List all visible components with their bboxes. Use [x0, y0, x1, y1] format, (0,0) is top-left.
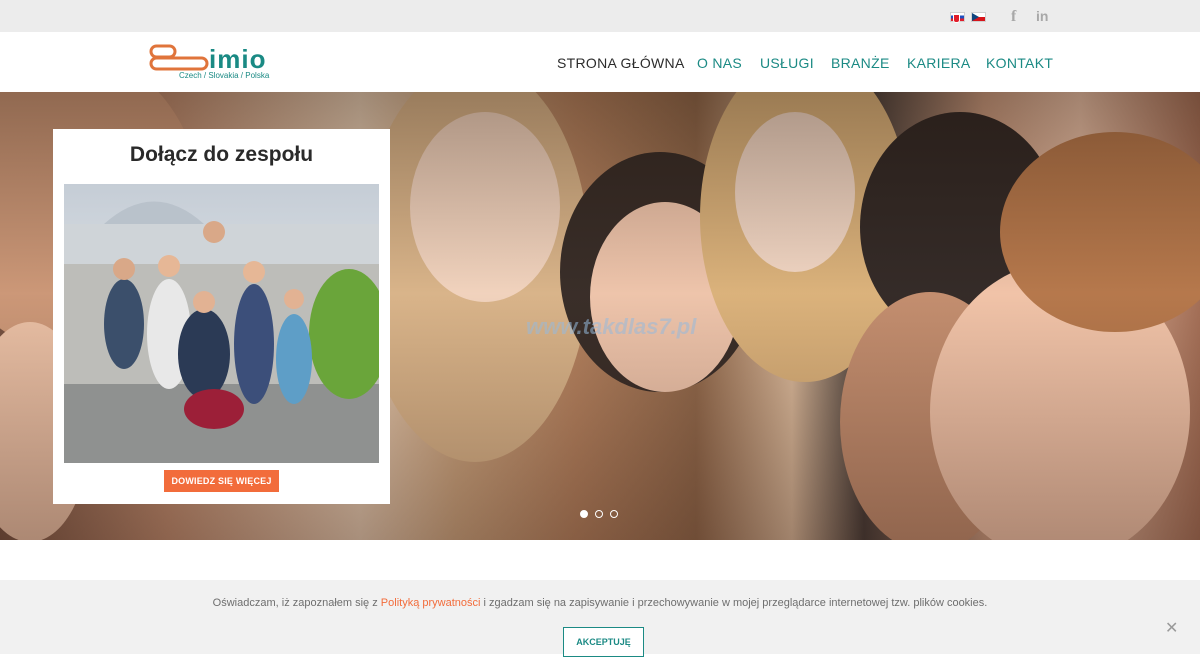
logo[interactable]: imio Czech / Slovakia / Polska [149, 44, 304, 82]
slovakia-flag-icon[interactable] [950, 12, 965, 23]
join-team-card: Dołącz do zespołu DOWIEDZ SIĘ WIĘCEJ [53, 129, 390, 504]
cookie-text-before: Oświadczam, iż zapoznałem się z [212, 597, 381, 609]
slider-dot-1[interactable] [580, 510, 588, 518]
nav-item-home[interactable]: STRONA GŁÓWNA [557, 55, 685, 71]
nav-item-contact[interactable]: KONTAKT [986, 55, 1053, 71]
czech-flag-icon[interactable] [971, 12, 986, 22]
slider-dot-2[interactable] [595, 510, 603, 518]
logo-tagline: Czech / Slovakia / Polska [179, 71, 270, 80]
team-photo-illustration [64, 201, 379, 463]
slider-dot-3[interactable] [610, 510, 618, 518]
nav-item-industries[interactable]: BRANŻE [831, 55, 890, 71]
cookie-text-after: i zgadzam się na zapisywanie i przechowy… [480, 597, 988, 609]
linkedin-icon[interactable]: in [1036, 8, 1048, 24]
team-photo [64, 184, 379, 463]
top-bar: f in [0, 0, 1200, 32]
nav-item-services[interactable]: USŁUGI [760, 55, 814, 71]
cookie-banner: Oświadczam, iż zapoznałem się z Polityką… [0, 580, 1200, 657]
site-header: imio Czech / Slovakia / Polska STRONA GŁ… [0, 32, 1200, 92]
nav-item-about[interactable]: O NAS [697, 55, 742, 71]
logo-mark-icon [149, 44, 209, 71]
facebook-icon[interactable]: f [1011, 8, 1016, 26]
privacy-policy-link[interactable]: Polityką prywatności [381, 597, 481, 609]
close-icon[interactable]: ✕ [1165, 618, 1178, 638]
learn-more-button[interactable]: DOWIEDZ SIĘ WIĘCEJ [164, 470, 279, 492]
accept-cookies-button[interactable]: AKCEPTUJĘ [563, 627, 644, 657]
nav-item-career[interactable]: KARIERA [907, 55, 971, 71]
hero-watermark: www.takdlas7.pl [526, 314, 697, 339]
cookie-text: Oświadczam, iż zapoznałem się z Polityką… [0, 597, 1200, 609]
card-title: Dołącz do zespołu [129, 143, 314, 166]
